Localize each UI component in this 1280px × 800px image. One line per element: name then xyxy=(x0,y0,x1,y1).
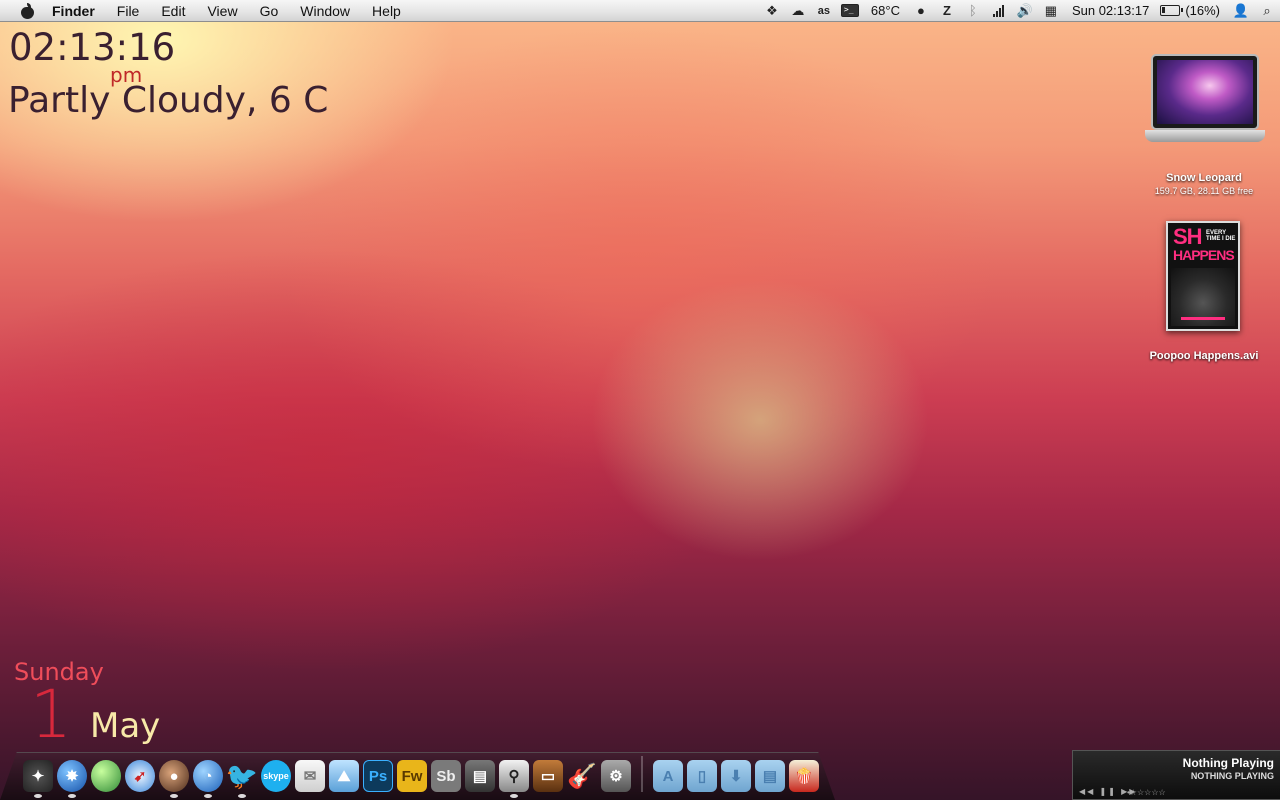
twitter-bird-icon[interactable]: 🐦 xyxy=(226,760,258,798)
menu-go[interactable]: Go xyxy=(249,0,290,22)
menu-window[interactable]: Window xyxy=(289,0,361,22)
photoshop-icon[interactable]: Ps xyxy=(363,760,393,792)
hard-drive-info: 159.7 GB, 28.11 GB free xyxy=(1154,186,1254,196)
terminal-icon[interactable]: >_ xyxy=(837,0,863,22)
volume-icon[interactable]: 🔊 xyxy=(1012,0,1038,22)
lastfm-icon[interactable]: as xyxy=(811,0,837,22)
rating-stars[interactable]: •☆☆☆☆☆ xyxy=(1127,788,1166,797)
printer-icon[interactable]: ▤ xyxy=(465,760,495,792)
weather-readout: Partly Cloudy, 6 C xyxy=(8,80,329,121)
green-orb-app-icon[interactable] xyxy=(91,760,121,792)
downloads-folder-icon[interactable]: ⬇ xyxy=(721,760,751,792)
globe-app-icon[interactable]: ✸ xyxy=(57,760,87,798)
dock-items: ✦ ✸ ➹ ● ◔ 🐦 skype ✉ ⛰ Ps Fw Sb ▤ ⚲ ▭ 🎸 ⚙… xyxy=(23,756,819,798)
user-icon[interactable]: 👤 xyxy=(1228,0,1254,22)
movie-file-icon[interactable]: SH EVERY TIME I DIE HAPPENS xyxy=(1166,221,1240,331)
skype-icon[interactable]: skype xyxy=(261,760,291,792)
signal-bars-icon[interactable] xyxy=(986,0,1012,22)
dropbox-icon[interactable]: ❖ xyxy=(759,0,785,22)
spotlight-search-icon[interactable]: ⌕ xyxy=(1254,0,1280,22)
laptop-app-icon[interactable]: ▭ xyxy=(533,760,563,792)
hard-drive-name: Snow Leopard xyxy=(1166,172,1242,184)
mail-stamp-icon[interactable]: ✉ xyxy=(295,760,325,792)
temperature-readout[interactable]: 68°C xyxy=(863,0,908,22)
screenshot-app-icon[interactable]: ⚲ xyxy=(499,760,529,798)
poster-artwork xyxy=(1171,268,1235,326)
desktop-clock-time: 02:13:16 xyxy=(9,26,176,69)
now-playing-subtitle: NOTHING PLAYING xyxy=(1190,771,1274,781)
system-preferences-icon[interactable]: ⚙ xyxy=(601,760,631,792)
poster-title-bottom: HAPPENS xyxy=(1173,247,1235,263)
calendar-date: 1 xyxy=(30,676,72,753)
fireworks-icon[interactable]: Fw xyxy=(397,760,427,792)
menu-edit[interactable]: Edit xyxy=(150,0,196,22)
applications-folder-icon[interactable]: A xyxy=(653,760,683,792)
calendar-menu-icon[interactable]: ▦ xyxy=(1038,0,1064,22)
bluetooth-icon[interactable]: ᛒ xyxy=(960,0,986,22)
ichat-icon[interactable]: ◔ xyxy=(193,760,223,798)
menu-clock[interactable]: Sun 02:13:17 xyxy=(1064,0,1157,22)
documents-folder-icon[interactable]: ▯ xyxy=(687,760,717,792)
menu-bar: Finder File Edit View Go Window Help ❖ ☁… xyxy=(0,0,1280,22)
preview-stamp-icon[interactable]: ⛰ xyxy=(329,760,359,792)
itunes-widget: Nothing Playing NOTHING PLAYING ◀◀ ❚❚ ▶▶… xyxy=(1072,750,1280,800)
movie-file-label[interactable]: Poopoo Happens.avi xyxy=(1140,350,1268,362)
calendar-month: May xyxy=(90,706,161,746)
guitar-app-icon[interactable]: 🎸 xyxy=(567,760,597,792)
menu-help[interactable]: Help xyxy=(361,0,412,22)
hard-drive-icon[interactable] xyxy=(1145,52,1265,152)
safari-icon[interactable]: ➹ xyxy=(125,760,155,792)
stack-folder-icon[interactable]: ▤ xyxy=(755,760,785,792)
apple-menu-icon[interactable] xyxy=(20,2,34,19)
now-playing-title: Nothing Playing xyxy=(1182,756,1274,770)
steam-app-icon[interactable]: ● xyxy=(159,760,189,798)
growl-icon[interactable]: Z xyxy=(934,0,960,22)
chat-bubble-icon[interactable]: ● xyxy=(908,0,934,22)
menu-app-finder[interactable]: Finder xyxy=(52,0,106,22)
menu-file[interactable]: File xyxy=(106,0,151,22)
laptop-base xyxy=(1145,130,1265,142)
poster-tagline: EVERY TIME I DIE xyxy=(1206,230,1236,242)
battery-percent[interactable]: (16%) xyxy=(1183,0,1228,22)
rocket-app-icon[interactable]: ✦ xyxy=(23,760,53,798)
popcorn-trash-icon[interactable]: 🍿 xyxy=(789,760,819,792)
menu-view[interactable]: View xyxy=(196,0,248,22)
dock-separator xyxy=(641,756,643,792)
cloud-icon[interactable]: ☁ xyxy=(785,0,811,22)
hard-drive-label[interactable]: Snow Leopard 159.7 GB, 28.11 GB free xyxy=(1140,172,1268,198)
laptop-screen xyxy=(1151,54,1259,130)
battery-icon[interactable] xyxy=(1157,0,1184,22)
soundbooth-icon[interactable]: Sb xyxy=(431,760,461,792)
